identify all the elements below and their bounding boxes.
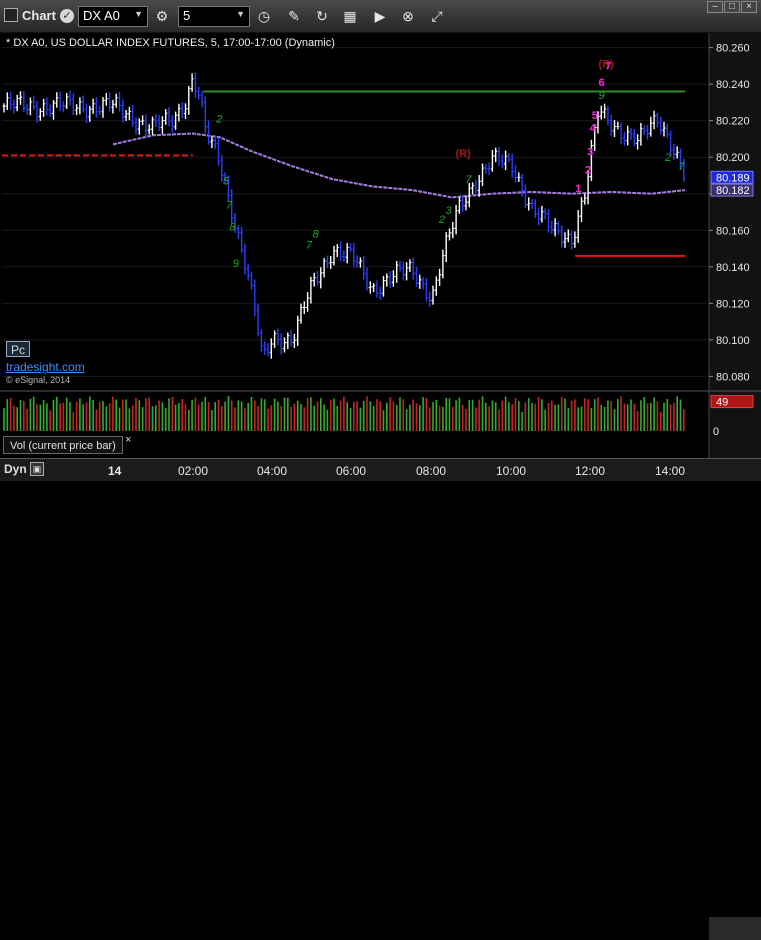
volume-close-icon[interactable]: × [125, 434, 131, 446]
play-icon[interactable]: ▶ [370, 6, 390, 26]
close-icon[interactable]: × [741, 1, 757, 13]
price-marker-label: 80.189 [716, 172, 750, 184]
count-label: 2 [664, 152, 671, 164]
maximize-icon[interactable]: □ [724, 1, 740, 13]
time-tick: 06:00 [336, 464, 367, 478]
time-tick: 08:00 [416, 464, 447, 478]
close-circle-icon[interactable]: ⊗ [398, 6, 418, 26]
axis-tick-label: 80.260 [716, 43, 750, 55]
count-label: 7 [306, 240, 313, 252]
interval-input[interactable]: 5 ▼ [178, 6, 250, 27]
count-label: 2 [585, 165, 591, 177]
axis-tick-label: 80.220 [716, 116, 750, 128]
count-label: 9 [598, 90, 604, 102]
count-label: 2 [438, 214, 445, 226]
volume-current-label: 49 [716, 397, 728, 409]
count-label: 9 [233, 258, 239, 270]
count-label: 7 [465, 174, 472, 186]
time-axis-bar: Dyn ▣ 14 02:00 04:00 06:00 08:00 10:00 1… [0, 458, 761, 940]
settings-gear-icon[interactable]: ⚙ [152, 6, 172, 26]
interval-value: 5 [183, 8, 191, 23]
count-label: 3 [587, 146, 593, 158]
time-tick: 10:00 [496, 464, 527, 478]
volume-axis-tick-label: 0 [713, 426, 719, 438]
axis-tick-label: 80.140 [716, 262, 750, 274]
link-status-icon[interactable]: ✓ [60, 9, 74, 23]
pc-toggle-button[interactable]: Pc [6, 341, 30, 357]
price-markers: 80.18980.182 [710, 170, 754, 197]
axis-tick-label: 80.120 [716, 298, 750, 310]
toolbar: Chart ✓ DX A0 ▼ ⚙ 5 ▼ ◷ ✎ ↻ ▦ ▶ ⊗ ⤢ – □ … [0, 0, 761, 33]
count-label: 6 [598, 77, 604, 89]
axis-tick-label: 80.240 [716, 79, 750, 91]
axis-tick-label: 80.080 [716, 371, 750, 383]
chevron-down-icon[interactable]: ▼ [236, 9, 245, 19]
price-axis-background [709, 33, 761, 458]
window-title: Chart [22, 8, 56, 23]
count-label: 1 [575, 183, 581, 195]
count-label: 7 [605, 61, 611, 73]
count-label: 8 [313, 229, 320, 241]
chart-canvas[interactable]: (R)7654321(R)2578978237927 80.26080.2408… [0, 0, 761, 481]
count-label: 5 [223, 176, 230, 188]
chart-description: * DX A0, US DOLLAR INDEX FUTURES, 5, 17:… [6, 37, 335, 49]
price-marker-label: 80.182 [716, 185, 750, 197]
symbol-value: DX A0 [83, 8, 120, 23]
time-tick: 04:00 [257, 464, 288, 478]
chevron-down-icon[interactable]: ▼ [134, 9, 143, 19]
calendar-icon[interactable]: ▦ [340, 6, 360, 26]
copyright-text: © eSignal, 2014 [6, 375, 71, 385]
count-label: 3 [446, 205, 453, 217]
time-tick: 12:00 [575, 464, 606, 478]
count-label: 5 [592, 110, 598, 122]
count-label: 8 [229, 221, 236, 233]
pencil-icon[interactable]: ✎ [284, 6, 304, 26]
volume-study-label[interactable]: Vol (current price bar) [3, 436, 123, 454]
symbol-input[interactable]: DX A0 ▼ [78, 6, 148, 27]
count-label: 7 [226, 199, 233, 211]
time-tick: 14 [108, 464, 122, 478]
minimize-icon[interactable]: – [707, 1, 723, 13]
clock-icon[interactable]: ◷ [254, 6, 274, 26]
axis-tick-label: 80.160 [716, 225, 750, 237]
axis-tick-label: 80.200 [716, 152, 750, 164]
window-menu-icon[interactable] [4, 8, 18, 22]
refresh-icon[interactable]: ↻ [312, 6, 332, 26]
count-label: 2 [215, 114, 222, 126]
count-label: 7 [678, 161, 685, 173]
link-icon[interactable]: ⤢ [427, 6, 447, 26]
time-tick: 14:00 [655, 464, 686, 478]
count-label: 4 [590, 123, 597, 135]
count-label: (R) [455, 148, 471, 160]
lock-icon[interactable]: ▣ [30, 462, 44, 476]
dynamic-mode-label[interactable]: Dyn [4, 462, 27, 476]
axis-corner [709, 917, 761, 940]
brand-link[interactable]: tradesight.com [6, 360, 85, 374]
time-tick: 02:00 [178, 464, 209, 478]
axis-tick-label: 80.100 [716, 335, 750, 347]
